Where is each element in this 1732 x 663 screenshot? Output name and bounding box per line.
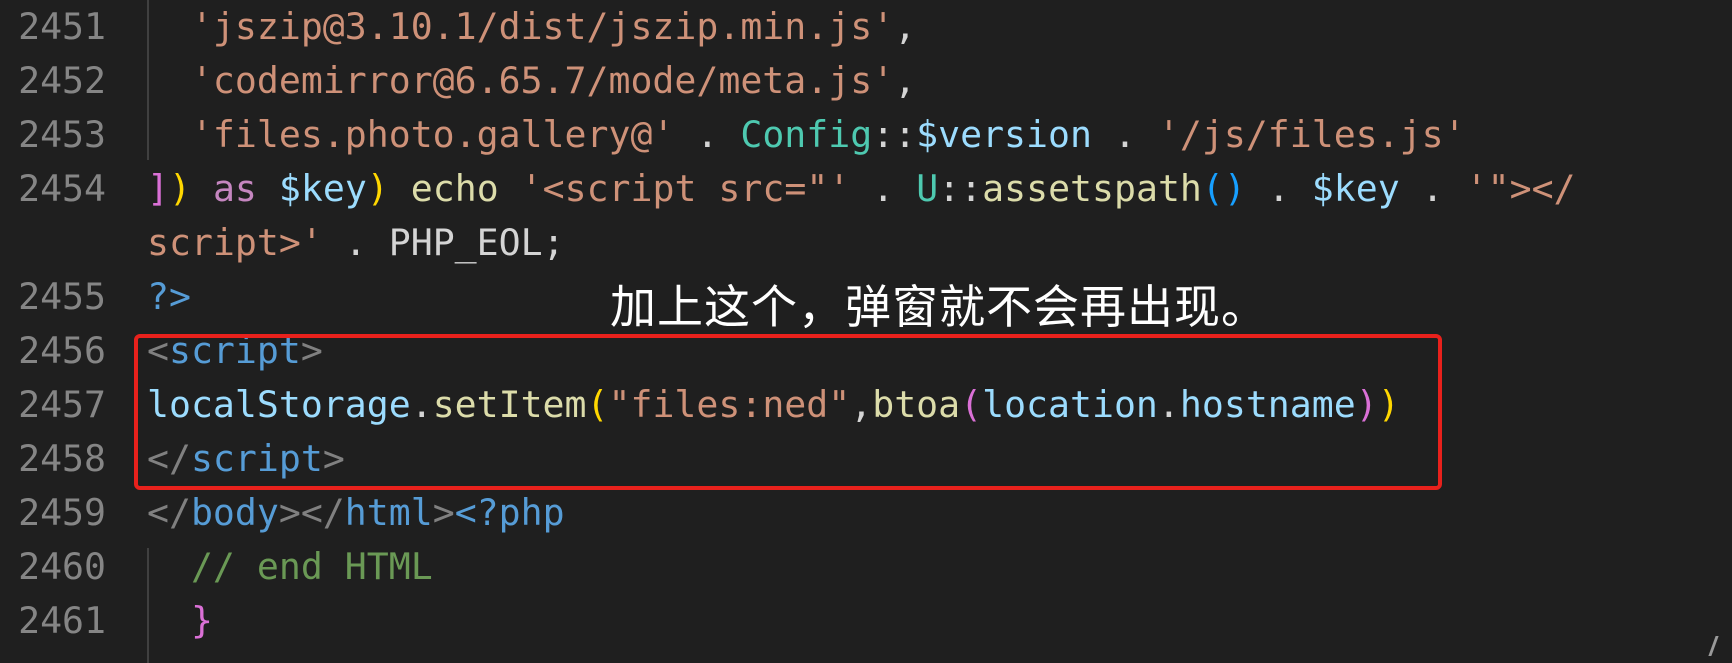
code-token: '/js/files.js' xyxy=(1157,113,1466,156)
line-number: 2453 xyxy=(18,113,106,156)
code-token: html xyxy=(344,491,433,534)
code-token: body xyxy=(190,491,279,534)
code-token: , xyxy=(894,5,917,48)
code-token: 'jszip@3.10.1/dist/jszip.min.js' xyxy=(190,5,895,48)
code-token: } xyxy=(190,599,213,642)
code-token: ?> xyxy=(147,275,191,318)
line-number: 2457 xyxy=(18,383,106,426)
code-token: 'codemirror@6.65.7/mode/meta.js' xyxy=(190,59,895,102)
line-number: 2460 xyxy=(18,545,106,588)
code-token: ; xyxy=(542,221,565,264)
code-token: <?php xyxy=(454,491,565,534)
code-token: </ xyxy=(147,491,191,534)
code-token: ></ xyxy=(278,491,345,534)
code-token: assetspath xyxy=(982,167,1202,210)
line-code: 'files.photo.gallery@' . Config::$versio… xyxy=(147,108,1466,162)
code-token: 'files.photo.gallery@' xyxy=(190,113,675,156)
code-token: ] xyxy=(147,167,169,210)
line-code: script>' . PHP_EOL; xyxy=(147,216,565,270)
line-number: 2452 xyxy=(18,59,106,102)
code-token: :: xyxy=(938,167,983,210)
code-token: $key xyxy=(278,167,367,210)
code-token: script>' xyxy=(147,221,323,264)
line-number: 2455 xyxy=(18,275,106,318)
code-token: '<script src="' xyxy=(520,167,851,210)
line-number: 2454 xyxy=(18,167,106,210)
code-token: U xyxy=(916,167,939,210)
resize-cursor-icon xyxy=(1708,636,1732,656)
line-code: ]) as $key) echo '<script src="' . U::as… xyxy=(147,162,1576,216)
line-code: // end HTML xyxy=(147,540,433,594)
code-token: . xyxy=(1091,113,1158,156)
code-token: . xyxy=(674,113,741,156)
code-token: ) xyxy=(168,167,191,210)
code-token: :: xyxy=(872,113,917,156)
video-subtitle-caption: 加上这个，弹窗就不会再出现。 xyxy=(610,280,1268,334)
line-code: 'jszip@3.10.1/dist/jszip.min.js', xyxy=(147,0,916,54)
line-number: 2459 xyxy=(18,491,106,534)
line-code: </body></html><?php xyxy=(147,486,565,540)
line-code: 'codemirror@6.65.7/mode/meta.js', xyxy=(147,54,916,108)
code-token: $key xyxy=(1311,167,1400,210)
code-token: Config xyxy=(740,113,873,156)
code-token: // end HTML xyxy=(190,545,433,588)
line-code: } xyxy=(147,594,213,648)
code-token: > xyxy=(432,491,455,534)
code-token: () xyxy=(1201,167,1246,210)
line-number: 2458 xyxy=(18,437,106,480)
line-number: 2461 xyxy=(18,599,106,642)
code-token: ) xyxy=(366,167,389,210)
code-token: . xyxy=(322,221,389,264)
line-number: 2451 xyxy=(18,5,106,48)
line-code: ?> xyxy=(147,270,191,324)
code-token: . xyxy=(1399,167,1466,210)
code-editor[interactable]: 2451 'jszip@3.10.1/dist/jszip.min.js', 24… xyxy=(0,0,1732,663)
code-token: . xyxy=(850,167,917,210)
code-token: . xyxy=(1245,167,1312,210)
line-number: 2456 xyxy=(18,329,106,372)
code-token: echo xyxy=(410,167,499,210)
code-token: , xyxy=(894,59,917,102)
code-token: as xyxy=(212,167,257,210)
highlight-annotation-box xyxy=(134,334,1442,490)
code-token: '"></ xyxy=(1465,167,1576,210)
code-token: $version xyxy=(916,113,1092,156)
code-token: PHP_EOL xyxy=(388,221,543,264)
